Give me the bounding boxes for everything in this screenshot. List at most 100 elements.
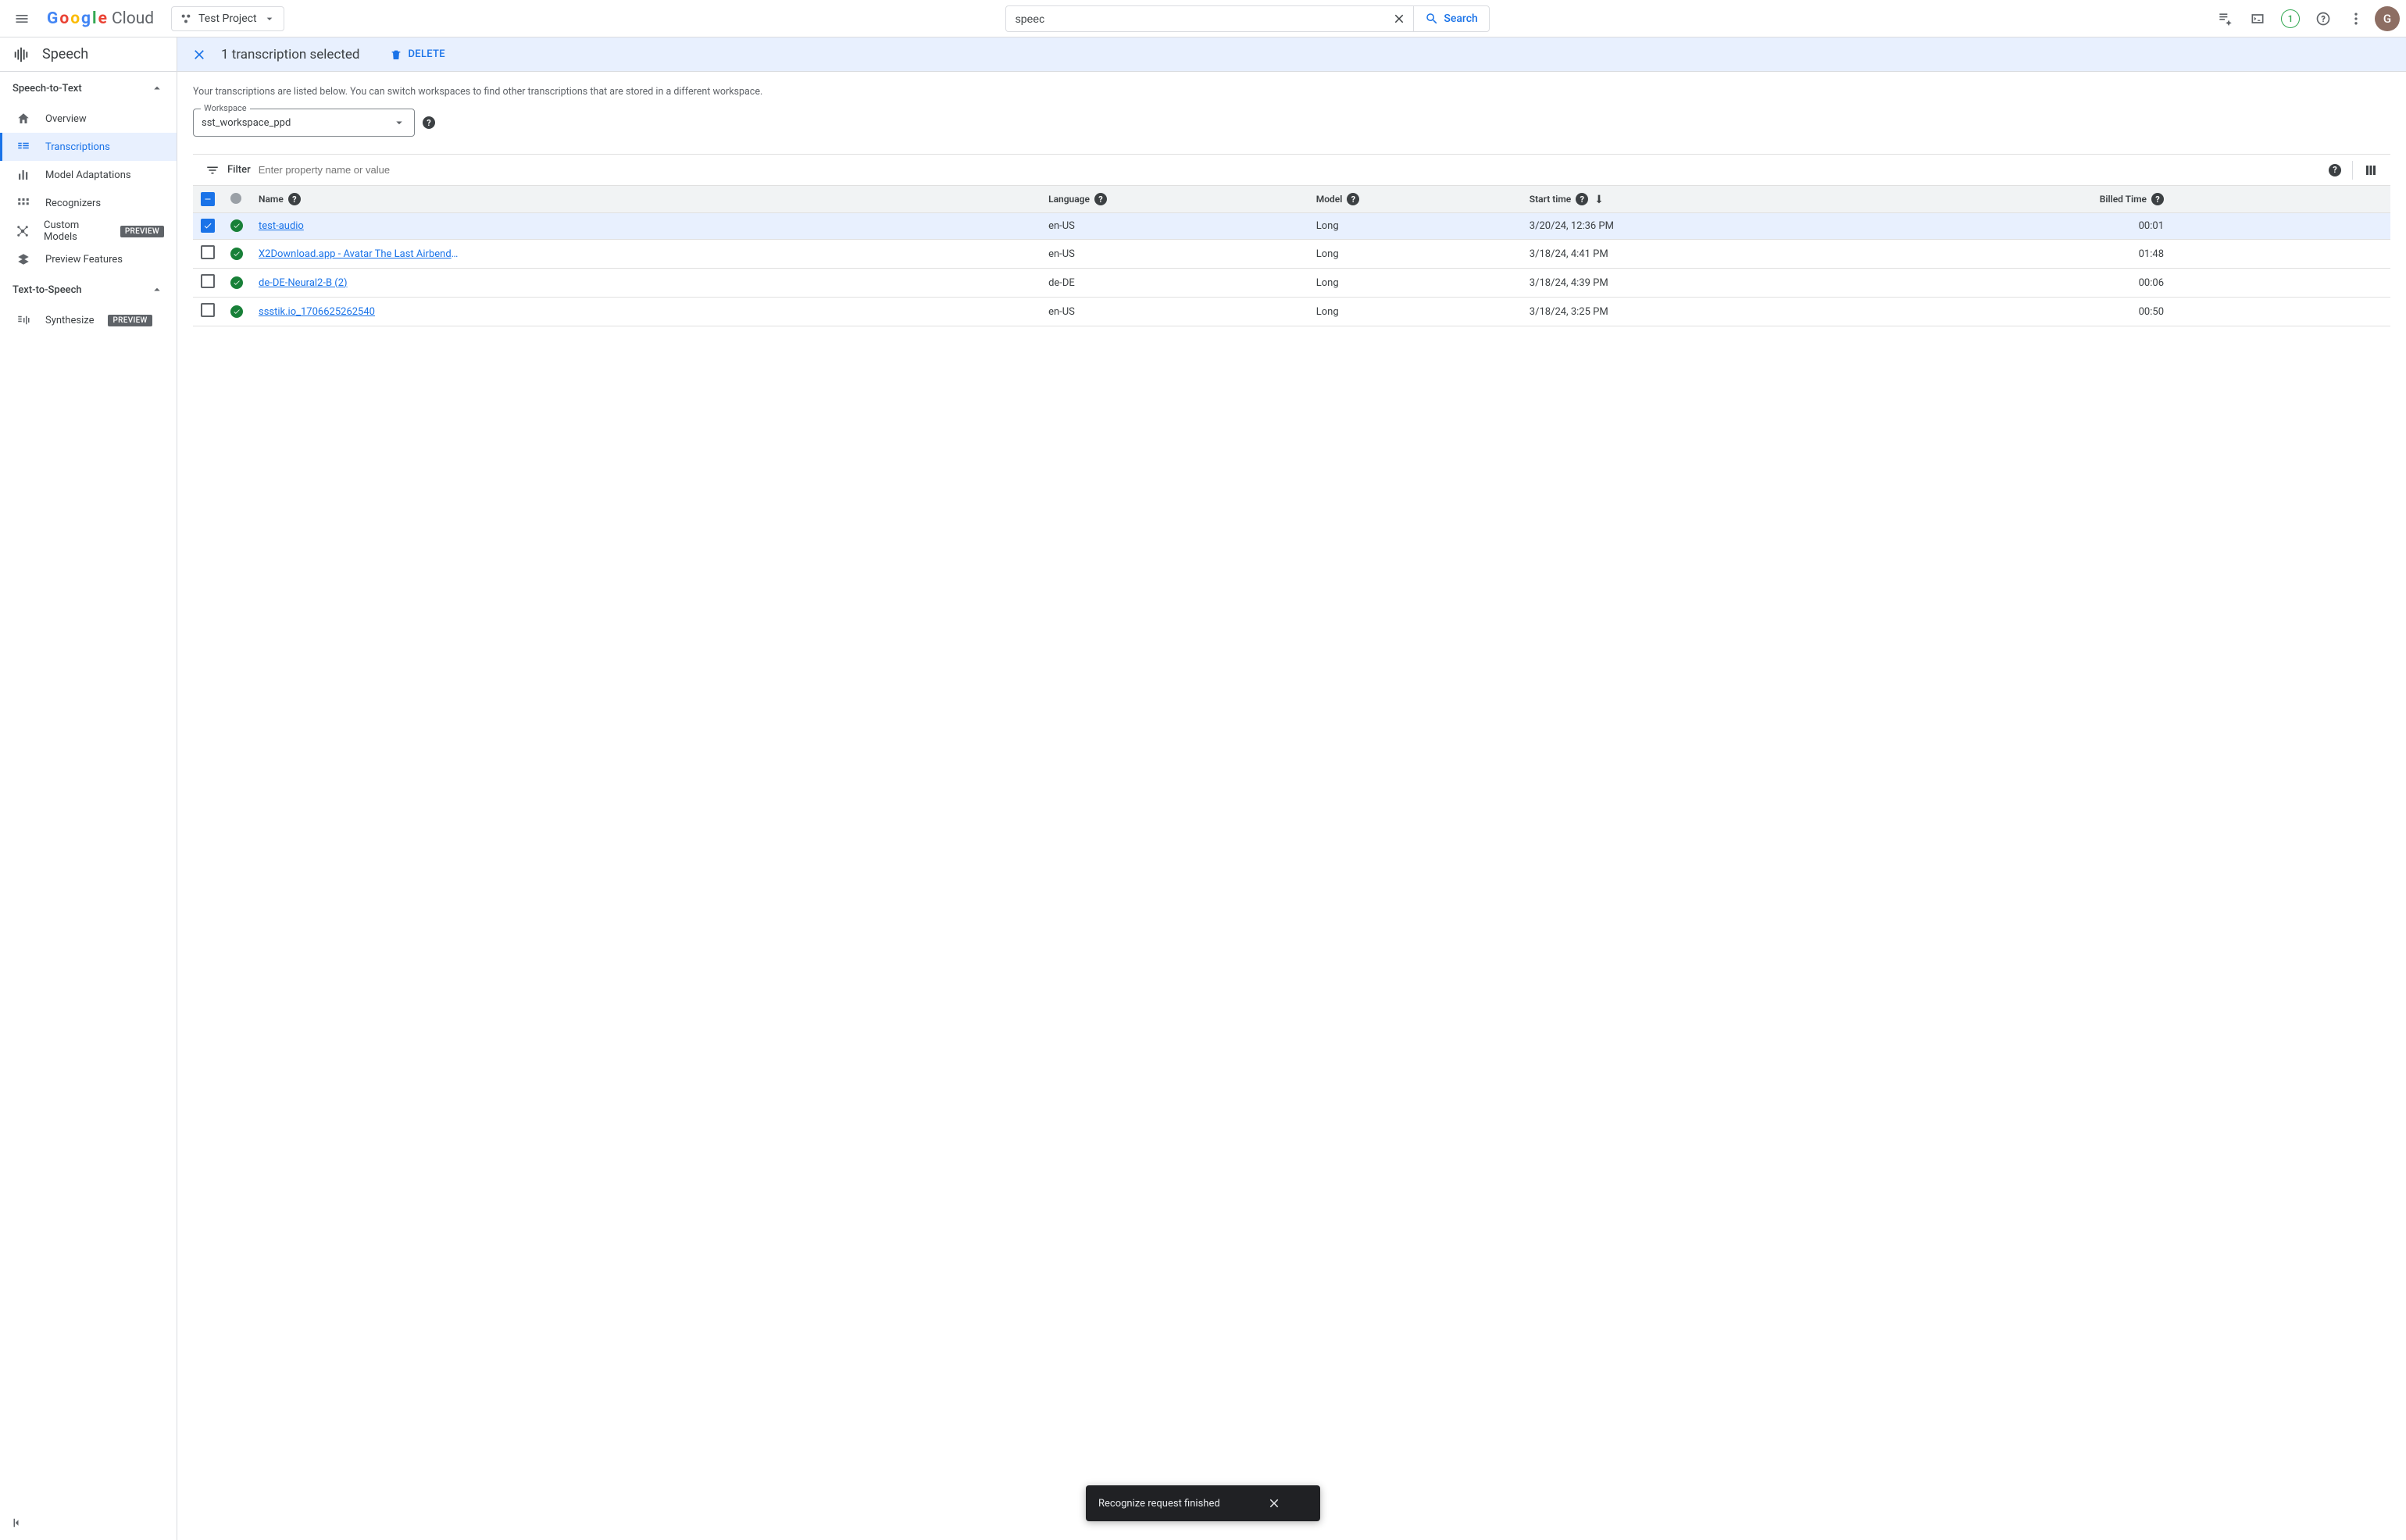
filter-help-button[interactable]: ? bbox=[2329, 164, 2341, 176]
transcriptions-icon bbox=[16, 139, 31, 155]
trash-icon bbox=[390, 48, 402, 61]
sidebar-collapse-button[interactable] bbox=[6, 1512, 28, 1534]
row-checkbox[interactable] bbox=[201, 219, 215, 233]
close-icon bbox=[1392, 12, 1406, 26]
transcription-link[interactable]: ssstik.io_1706625262540 bbox=[259, 306, 375, 318]
sidebar-item-preview-features[interactable]: Preview Features bbox=[0, 245, 177, 273]
cell-start: 3/18/24, 3:25 PM bbox=[1522, 298, 1883, 326]
preview-chip: PREVIEW bbox=[108, 315, 152, 326]
transcription-link[interactable]: de-DE-Neural2-B (2) bbox=[259, 277, 348, 289]
cell-start: 3/20/24, 12:36 PM bbox=[1522, 213, 1883, 240]
col-help[interactable]: ? bbox=[288, 193, 301, 205]
sidebar-item-synthesize[interactable]: Synthesize PREVIEW bbox=[0, 306, 177, 334]
col-help[interactable]: ? bbox=[1094, 193, 1107, 205]
product-title: Speech bbox=[42, 46, 88, 62]
toast: Recognize request finished bbox=[1086, 1485, 1320, 1521]
menu-icon bbox=[14, 11, 30, 27]
main: 1 transcription selected DELETE Your tra… bbox=[177, 37, 2406, 1540]
sort-desc-icon[interactable] bbox=[1593, 193, 1605, 205]
sidebar-group-label: Speech-to-Text bbox=[12, 83, 82, 94]
sidebar-item-transcriptions[interactable]: Transcriptions bbox=[0, 133, 177, 161]
cell-model: Long bbox=[1308, 269, 1522, 298]
cell-model: Long bbox=[1308, 240, 1522, 269]
help-icon bbox=[2315, 11, 2331, 27]
workspace-select: Workspace sst_workspace_ppd ? bbox=[193, 109, 435, 137]
cell-model: Long bbox=[1308, 298, 1522, 326]
sidebar-item-recognizers[interactable]: Recognizers bbox=[0, 189, 177, 217]
sidebar-group-speech-to-text[interactable]: Speech-to-Text bbox=[0, 72, 177, 105]
cell-start: 3/18/24, 4:39 PM bbox=[1522, 269, 1883, 298]
selection-close-button[interactable] bbox=[191, 47, 207, 62]
table-wrap: Filter ? Name? Language? bbox=[193, 154, 2390, 326]
preview-icon bbox=[16, 251, 31, 267]
sidebar: Speech Speech-to-Text Overview Transcrip… bbox=[0, 37, 177, 1540]
speech-icon bbox=[12, 46, 30, 63]
project-name: Test Project bbox=[198, 12, 256, 25]
col-help[interactable]: ? bbox=[2151, 193, 2164, 205]
cell-language: de-DE bbox=[1041, 269, 1308, 298]
workspace-help-button[interactable]: ? bbox=[423, 116, 435, 129]
search-button[interactable]: Search bbox=[1413, 6, 1488, 31]
sidebar-item-overview[interactable]: Overview bbox=[0, 105, 177, 133]
select-all-checkbox[interactable] bbox=[201, 192, 215, 206]
product-header: Speech bbox=[0, 37, 177, 72]
transcriptions-table: Name? Language? Model? Start time? Bille… bbox=[193, 186, 2390, 326]
hamburger-menu-button[interactable] bbox=[6, 3, 37, 34]
status-ok-icon bbox=[230, 248, 243, 260]
logo[interactable]: Google Cloud bbox=[47, 9, 154, 28]
synthesize-icon bbox=[16, 312, 31, 328]
sidebar-group-text-to-speech[interactable]: Text-to-Speech bbox=[0, 273, 177, 306]
filter-label: Filter bbox=[227, 164, 251, 176]
filter-icon bbox=[205, 163, 220, 177]
search-clear-button[interactable] bbox=[1385, 6, 1413, 31]
cell-language: en-US bbox=[1041, 213, 1308, 240]
delete-button[interactable]: DELETE bbox=[390, 48, 445, 61]
row-checkbox[interactable] bbox=[201, 245, 215, 259]
row-checkbox[interactable] bbox=[201, 274, 215, 288]
gemini-button[interactable] bbox=[2211, 5, 2239, 33]
project-selector[interactable]: Test Project bbox=[171, 6, 284, 31]
sidebar-item-label: Recognizers bbox=[45, 198, 101, 209]
toast-message: Recognize request finished bbox=[1098, 1498, 1220, 1510]
status-ok-icon bbox=[230, 305, 243, 318]
close-icon bbox=[191, 47, 207, 62]
col-help[interactable]: ? bbox=[1576, 193, 1588, 205]
col-billed: Billed Time bbox=[2100, 194, 2147, 205]
workspace-label: Workspace bbox=[201, 103, 250, 113]
topbar: Google Cloud Test Project Search 1 bbox=[0, 0, 2406, 37]
table-row: X2Download.app - Avatar The Last Airbend… bbox=[193, 240, 2390, 269]
logo-cloud-text: Cloud bbox=[112, 9, 154, 28]
custom-icon bbox=[16, 223, 30, 239]
filter-input[interactable] bbox=[259, 164, 2321, 176]
sidebar-item-label: Transcriptions bbox=[45, 141, 110, 153]
search-input[interactable] bbox=[1006, 6, 1386, 31]
sidebar-item-custom-models[interactable]: Custom Models PREVIEW bbox=[0, 217, 177, 245]
columns-icon[interactable] bbox=[2364, 163, 2378, 177]
notifications-button[interactable]: 1 bbox=[2276, 5, 2304, 33]
avatar[interactable]: G bbox=[2375, 6, 2400, 31]
help-button[interactable] bbox=[2309, 5, 2337, 33]
cloud-shell-button[interactable] bbox=[2244, 5, 2272, 33]
divider bbox=[2352, 161, 2353, 180]
selection-bar: 1 transcription selected DELETE bbox=[177, 37, 2406, 72]
cell-model: Long bbox=[1308, 213, 1522, 240]
row-checkbox[interactable] bbox=[201, 303, 215, 317]
status-ok-icon bbox=[230, 276, 243, 289]
more-button[interactable] bbox=[2342, 5, 2370, 33]
transcription-link[interactable]: X2Download.app - Avatar The Last Airbend… bbox=[259, 248, 462, 260]
chevron-down-icon bbox=[263, 12, 276, 25]
transcription-link[interactable]: test-audio bbox=[259, 220, 304, 232]
notif-badge: 1 bbox=[2281, 9, 2300, 28]
toast-close-button[interactable] bbox=[1267, 1496, 1281, 1510]
sidebar-item-label: Preview Features bbox=[45, 254, 123, 266]
sidebar-item-label: Overview bbox=[45, 113, 87, 125]
col-help[interactable]: ? bbox=[1347, 193, 1359, 205]
status-column-icon bbox=[230, 193, 241, 204]
delete-label: DELETE bbox=[409, 48, 445, 60]
table-row: ssstik.io_1706625262540en-USLong3/18/24,… bbox=[193, 298, 2390, 326]
sidebar-item-model-adaptations[interactable]: Model Adaptations bbox=[0, 161, 177, 189]
collapse-icon bbox=[10, 1516, 24, 1530]
check-icon bbox=[203, 221, 212, 230]
sidebar-item-label: Synthesize bbox=[45, 315, 94, 326]
table-row: test-audioen-USLong3/20/24, 12:36 PM00:0… bbox=[193, 213, 2390, 240]
